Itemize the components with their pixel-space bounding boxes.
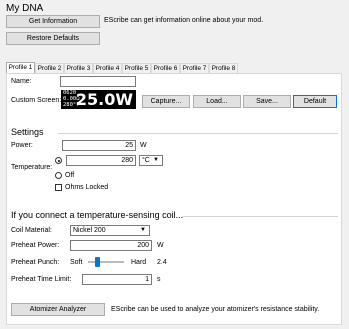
custom-screen-label: Custom Screen: <box>11 97 62 104</box>
lcd-power-value: 25.0W <box>75 90 133 109</box>
preheat-time-label: Preheat Time Limit: <box>11 276 72 283</box>
load-button[interactable]: Load... <box>193 95 241 108</box>
temperature-field[interactable]: 280 <box>66 155 136 166</box>
restore-defaults-button[interactable]: Restore Defaults <box>6 32 100 45</box>
capture-button[interactable]: Capture... <box>142 95 190 108</box>
coil-heading: If you connect a temperature-sensing coi… <box>11 210 184 220</box>
coil-material-select[interactable]: Nickel 200 ▼ <box>70 225 150 236</box>
get-information-button[interactable]: Get Information <box>6 15 100 28</box>
temperature-unit-select[interactable]: °C ▼ <box>139 155 163 166</box>
settings-heading: Settings <box>11 127 44 137</box>
temperature-unit-value: °C <box>142 157 150 164</box>
settings-divider <box>58 133 338 134</box>
save-button[interactable]: Save... <box>243 95 291 108</box>
chevron-down-icon: ▼ <box>140 227 146 233</box>
preheat-power-unit: W <box>157 242 164 249</box>
preheat-punch-label: Preheat Punch: <box>11 259 60 266</box>
atomizer-analyzer-description: EScribe can be used to analyze your atom… <box>111 306 320 313</box>
name-label: Name: <box>11 78 32 85</box>
preheat-power-label: Preheat Power: <box>11 242 60 249</box>
app-title: My DNA <box>6 3 44 14</box>
preheat-time-unit: s <box>157 276 161 283</box>
get-information-description: EScribe can get information online about… <box>104 17 264 24</box>
preheat-time-field[interactable]: 1 <box>82 274 152 285</box>
preheat-punch-slider-handle[interactable] <box>95 257 100 267</box>
atomizer-analyzer-button[interactable]: Atomizer Analyzer <box>11 303 105 316</box>
preheat-punch-slider-track[interactable] <box>88 261 124 263</box>
ohms-locked-label: Ohms Locked <box>65 184 109 191</box>
preheat-power-field[interactable]: 200 <box>70 240 152 251</box>
hard-label: Hard <box>131 259 147 266</box>
coil-divider <box>182 216 338 217</box>
chevron-down-icon: ▼ <box>153 157 159 163</box>
default-button[interactable]: Default <box>293 95 337 108</box>
ohms-locked-checkbox[interactable] <box>55 184 62 191</box>
coil-material-label: Coil Material: <box>11 227 52 234</box>
profile-panel <box>6 73 342 325</box>
preheat-punch-value: 2.4 <box>157 259 167 266</box>
soft-label: Soft <box>70 259 83 266</box>
coil-material-value: Nickel 200 <box>73 227 106 234</box>
custom-screen-preview: 0620 0.00Ω 280°F 25.0W <box>61 90 136 109</box>
power-label: Power: <box>11 142 33 149</box>
power-field[interactable]: 25 <box>62 140 136 151</box>
power-unit: W <box>140 142 147 149</box>
off-label: Off <box>65 172 75 179</box>
temperature-label: Temperature: <box>11 164 53 171</box>
name-field[interactable] <box>60 76 136 87</box>
temperature-on-radio[interactable] <box>55 157 62 164</box>
temperature-off-radio[interactable] <box>55 172 62 179</box>
